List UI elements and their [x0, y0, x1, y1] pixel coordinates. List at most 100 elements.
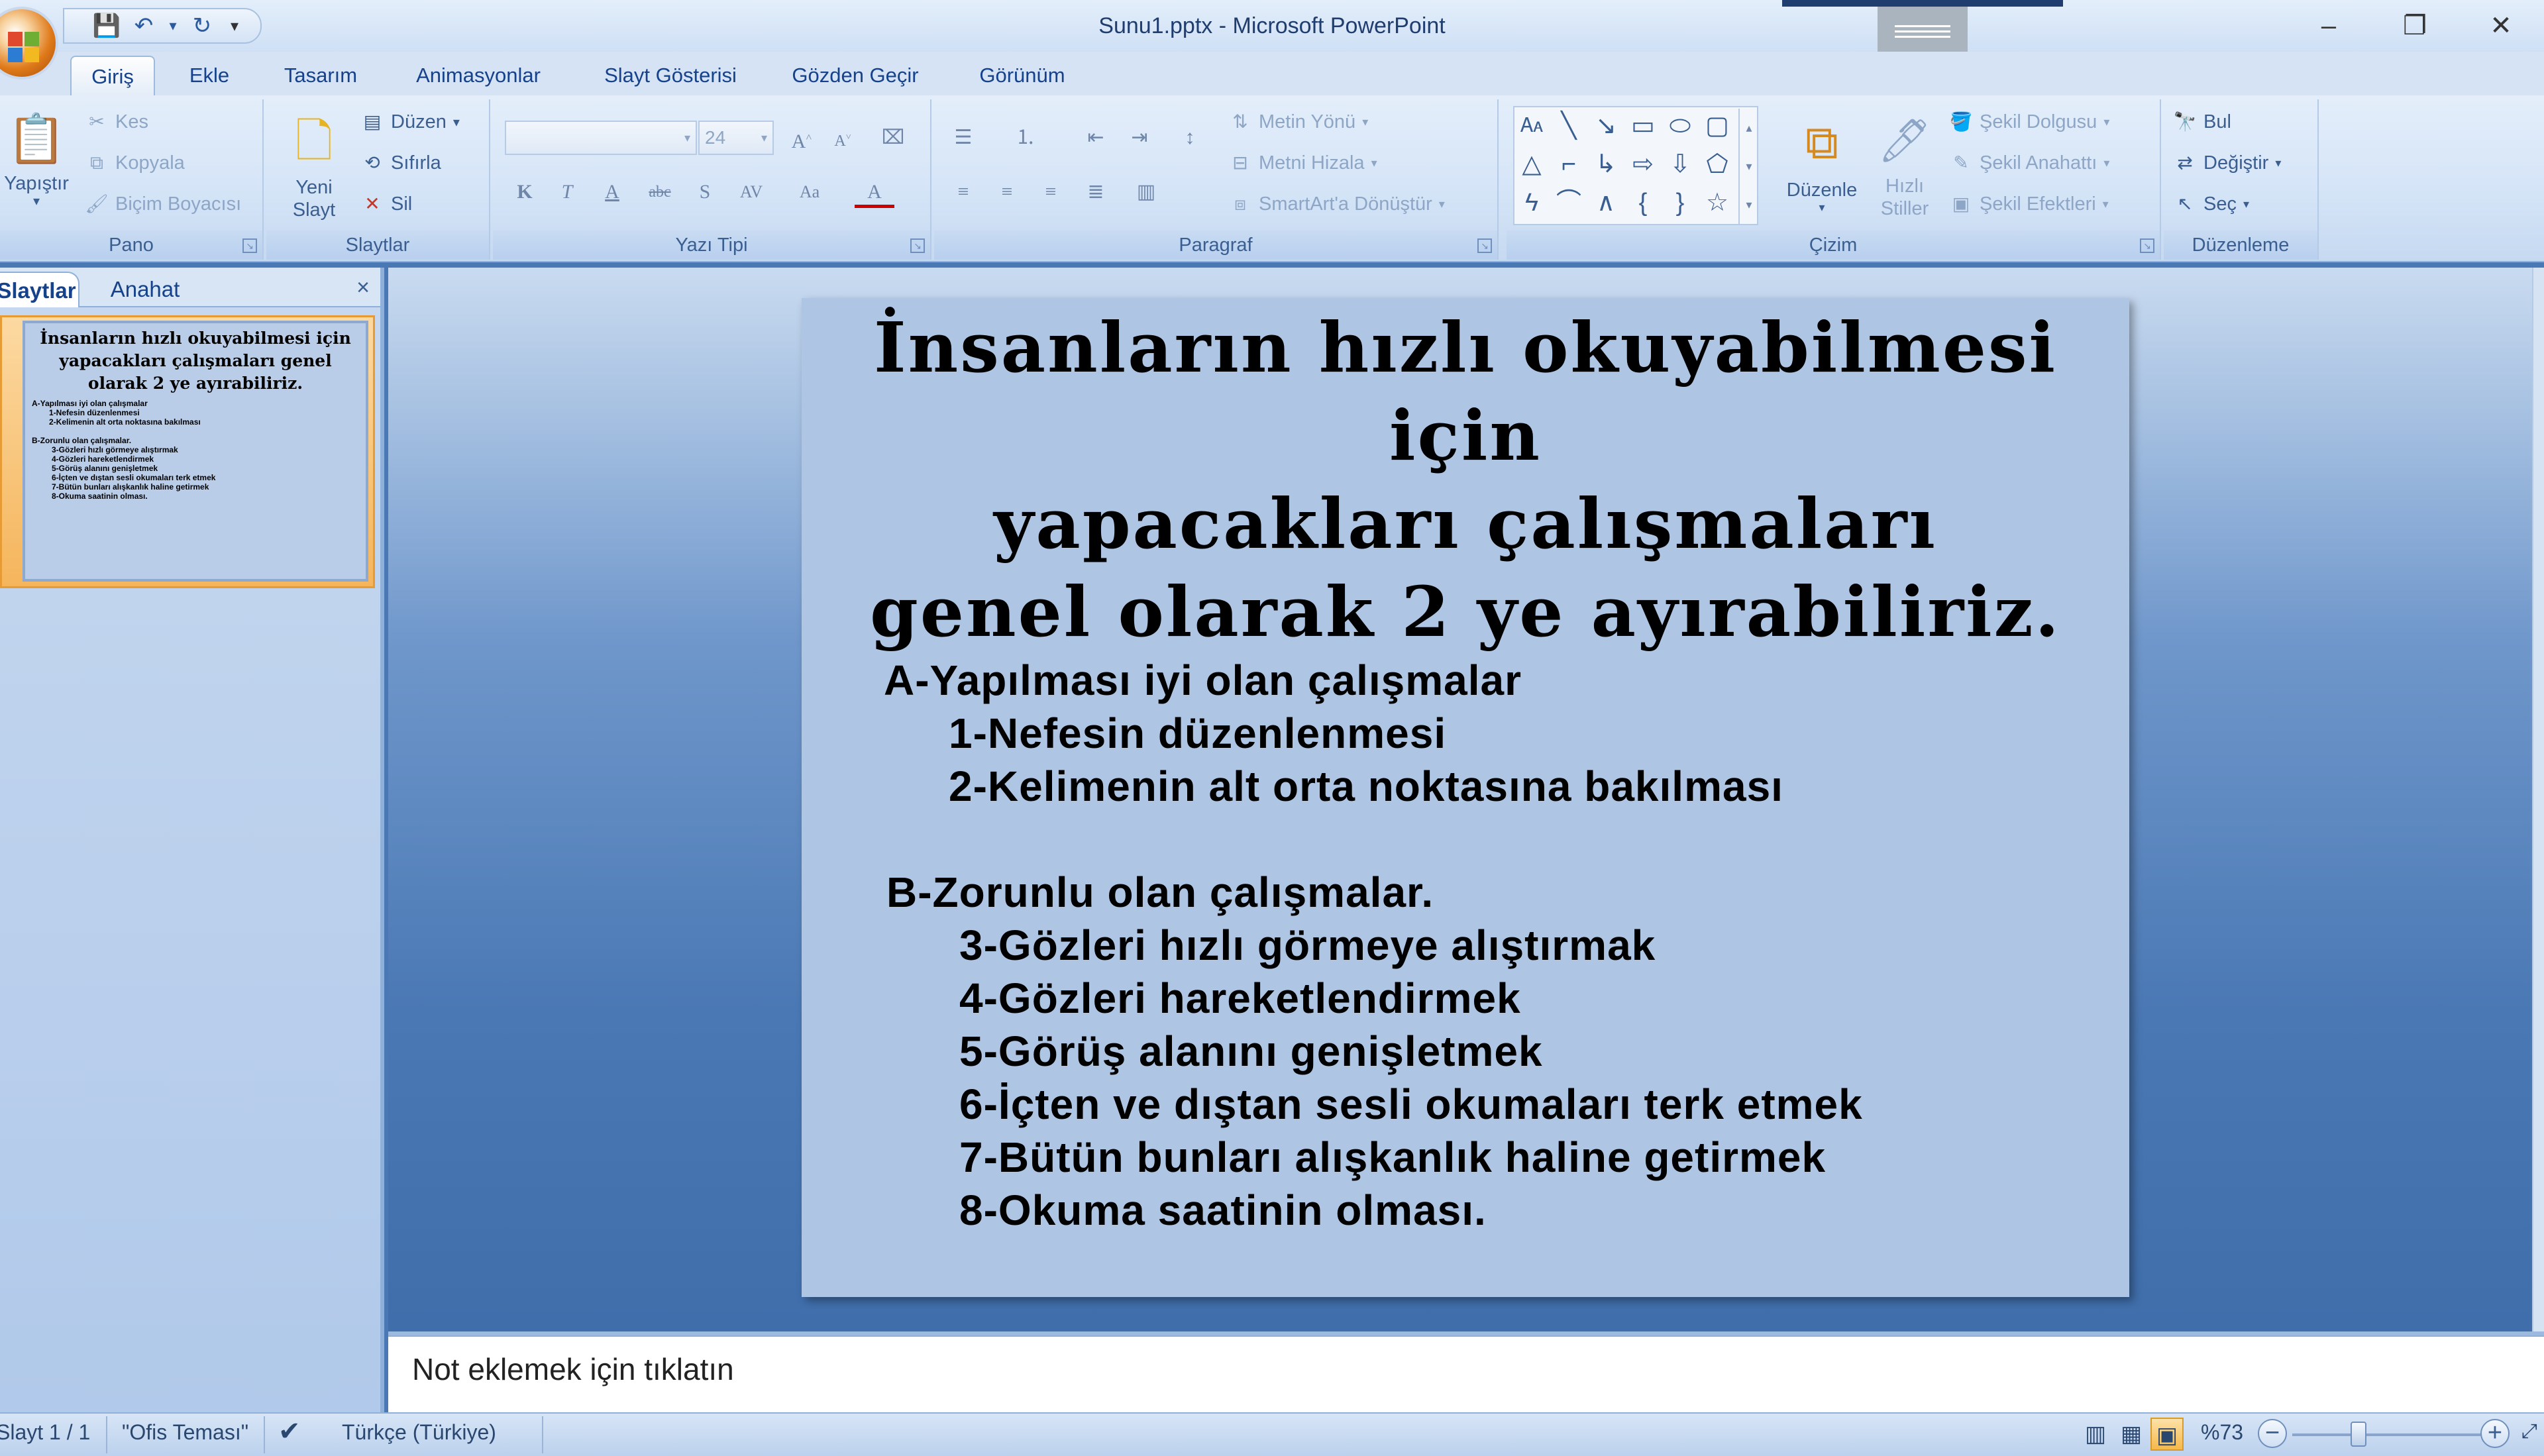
decrease-indent-icon[interactable]: ⇤	[1076, 122, 1116, 154]
find-button[interactable]: 🔭 Bul	[2173, 110, 2231, 134]
notes-placeholder[interactable]: Not eklemek için tıklatın	[412, 1351, 734, 1387]
tab-slides[interactable]: Slaytlar	[0, 272, 80, 307]
font-launcher-icon[interactable]: ↘	[910, 238, 925, 253]
spellcheck-icon[interactable]: ✔	[278, 1416, 301, 1447]
fit-to-window-icon[interactable]: ⤢	[2521, 1420, 2537, 1443]
textbox-shape-icon[interactable]: 🗛	[1514, 109, 1549, 143]
left-brace-shape-icon[interactable]: {	[1626, 185, 1660, 220]
shape-outline-button[interactable]: ✎ Şekil Anahattı ▾	[1949, 151, 2109, 175]
tab-gozden-gecir[interactable]: Gözden Geçir	[784, 56, 926, 95]
close-button[interactable]: ✕	[2458, 0, 2544, 52]
curve-shape-icon[interactable]: ∧	[1589, 185, 1623, 220]
font-color-button[interactable]: A	[855, 176, 894, 208]
quick-styles-button[interactable]: 🖊 Hızlı Stiller	[1868, 106, 1941, 220]
layout-button[interactable]: ▤ Düzen ▾	[360, 110, 460, 134]
right-arrow-shape-icon[interactable]: ⇨	[1626, 147, 1660, 182]
select-button[interactable]: ↖ Seç ▾	[2173, 192, 2249, 216]
grip-handle[interactable]	[1878, 7, 1968, 58]
align-left-icon[interactable]: ≡	[943, 176, 983, 208]
slide-sorter-icon[interactable]: ▦	[2115, 1418, 2148, 1451]
clear-format-icon[interactable]: ⌧	[873, 122, 913, 154]
tab-gorunum[interactable]: Görünüm	[966, 56, 1079, 95]
zoom-slider-track[interactable]	[2292, 1433, 2484, 1436]
tab-slayt-gosterisi[interactable]: Slayt Gösterisi	[592, 56, 749, 95]
line-spacing-icon[interactable]: ↕	[1170, 122, 1210, 154]
save-icon[interactable]: 💾	[92, 11, 121, 40]
new-slide-button[interactable]: 🗋 Yeni Slayt	[274, 106, 354, 221]
change-case-button[interactable]: Aa	[790, 176, 829, 208]
undo-icon[interactable]: ↶	[129, 11, 158, 40]
line-shape-icon[interactable]: ╲	[1552, 109, 1586, 143]
replace-button[interactable]: ⇄ Değiştir ▾	[2173, 151, 2281, 175]
arrow-shape-icon[interactable]: ↘	[1589, 109, 1623, 143]
font-name-combo[interactable]: ▾	[505, 121, 697, 155]
gallery-scroll[interactable]: ▴ ▾ ▾	[1738, 109, 1758, 225]
elbow-arrow-icon[interactable]: ↳	[1589, 147, 1623, 182]
copy-button[interactable]: ⧉ Kopyala	[85, 151, 185, 175]
down-arrow-shape-icon[interactable]: ⇩	[1663, 147, 1697, 182]
shrink-font-icon[interactable]: A˅	[823, 122, 863, 154]
rectangle-shape-icon[interactable]: ▭	[1626, 109, 1660, 143]
justify-icon[interactable]: ≣	[1076, 176, 1116, 208]
increase-indent-icon[interactable]: ⇥	[1120, 122, 1159, 154]
shape-effects-button[interactable]: ▣ Şekil Efektleri ▾	[1949, 192, 2109, 216]
freeform-shape-icon[interactable]: ϟ	[1514, 185, 1549, 220]
paragraph-launcher-icon[interactable]: ↘	[1477, 238, 1492, 253]
tab-giris[interactable]: Giriş	[70, 56, 155, 95]
right-brace-shape-icon[interactable]: }	[1663, 185, 1697, 220]
align-text-button[interactable]: ⊟ Metni Hizala ▾	[1228, 151, 1377, 175]
arc-shape-icon[interactable]: ⌒	[1552, 185, 1586, 220]
bullets-icon[interactable]: ☰	[943, 122, 983, 154]
normal-view-icon[interactable]: ▥	[2079, 1418, 2112, 1451]
rounded-rect-shape-icon[interactable]: ▢	[1700, 109, 1734, 143]
tab-tasarim[interactable]: Tasarım	[273, 56, 368, 95]
italic-button[interactable]: T	[547, 176, 587, 208]
grow-font-icon[interactable]: A˄	[782, 122, 822, 154]
redo-icon[interactable]: ↻	[187, 11, 217, 40]
slide-thumbnail[interactable]: İnsanların hızlı okuyabilmesi için yapac…	[23, 321, 368, 582]
zoom-out-button[interactable]: −	[2258, 1419, 2287, 1448]
bold-button[interactable]: K	[505, 176, 545, 208]
star-shape-icon[interactable]: ☆	[1700, 185, 1734, 220]
shape-fill-button[interactable]: 🪣 Şekil Dolgusu ▾	[1949, 110, 2110, 134]
zoom-in-button[interactable]: +	[2480, 1419, 2510, 1448]
pentagon-shape-icon[interactable]: ⬠	[1700, 147, 1734, 182]
cut-button[interactable]: ✂ Kes	[85, 110, 148, 134]
strikethrough-button[interactable]: abc	[640, 176, 680, 208]
slide-show-icon[interactable]: ▣	[2150, 1418, 2184, 1451]
zoom-slider-thumb[interactable]	[2351, 1422, 2366, 1447]
undo-dropdown-icon[interactable]: ▾	[166, 11, 180, 40]
reset-button[interactable]: ⟲ Sıfırla	[360, 151, 441, 175]
delete-slide-button[interactable]: ✕ Sil	[360, 192, 412, 216]
numbering-icon[interactable]: ⒈	[1006, 122, 1045, 154]
tab-ekle[interactable]: Ekle	[180, 56, 238, 95]
paste-button[interactable]: 📋 Yapıştır ▾	[0, 106, 73, 208]
columns-icon[interactable]: ▥	[1126, 176, 1166, 208]
format-painter-button[interactable]: 🖌 Biçim Boyacısı	[85, 192, 241, 216]
pane-close-button[interactable]: ×	[350, 274, 376, 301]
align-center-icon[interactable]: ≡	[987, 176, 1027, 208]
triangle-shape-icon[interactable]: △	[1514, 147, 1549, 182]
arrange-button[interactable]: ⧉ Düzenle ▾	[1776, 106, 1868, 213]
pano-launcher-icon[interactable]: ↘	[242, 238, 257, 253]
tab-animasyonlar[interactable]: Animasyonlar	[405, 56, 551, 95]
customize-qat-icon[interactable]: ▾	[225, 11, 244, 40]
align-right-icon[interactable]: ≡	[1031, 176, 1071, 208]
text-direction-button[interactable]: ⇅ Metin Yönü ▾	[1228, 110, 1368, 134]
slide-title[interactable]: İnsanların hızlı okuyabilmesi için yapac…	[802, 303, 2129, 656]
font-size-combo[interactable]: 24 ▾	[698, 121, 774, 155]
minimize-button[interactable]: –	[2286, 0, 2372, 52]
drawing-launcher-icon[interactable]: ↘	[2140, 238, 2154, 253]
underline-button[interactable]: A	[592, 176, 632, 208]
shadow-button[interactable]: S	[685, 176, 725, 208]
elbow-connector-icon[interactable]: ⌐	[1552, 147, 1586, 182]
slide-canvas[interactable]: İnsanların hızlı okuyabilmesi için yapac…	[802, 298, 2129, 1297]
zoom-level[interactable]: %73	[2201, 1420, 2243, 1445]
vertical-scrollbar[interactable]	[2532, 268, 2544, 1333]
char-spacing-button[interactable]: AV	[731, 176, 771, 208]
tab-outline[interactable]: Anahat	[95, 272, 195, 307]
language[interactable]: Türkçe (Türkiye)	[342, 1420, 496, 1445]
smartart-button[interactable]: ⧈ SmartArt'a Dönüştür ▾	[1228, 192, 1445, 216]
restore-button[interactable]: ❐	[2372, 0, 2458, 52]
oval-shape-icon[interactable]: ⬭	[1663, 109, 1697, 143]
